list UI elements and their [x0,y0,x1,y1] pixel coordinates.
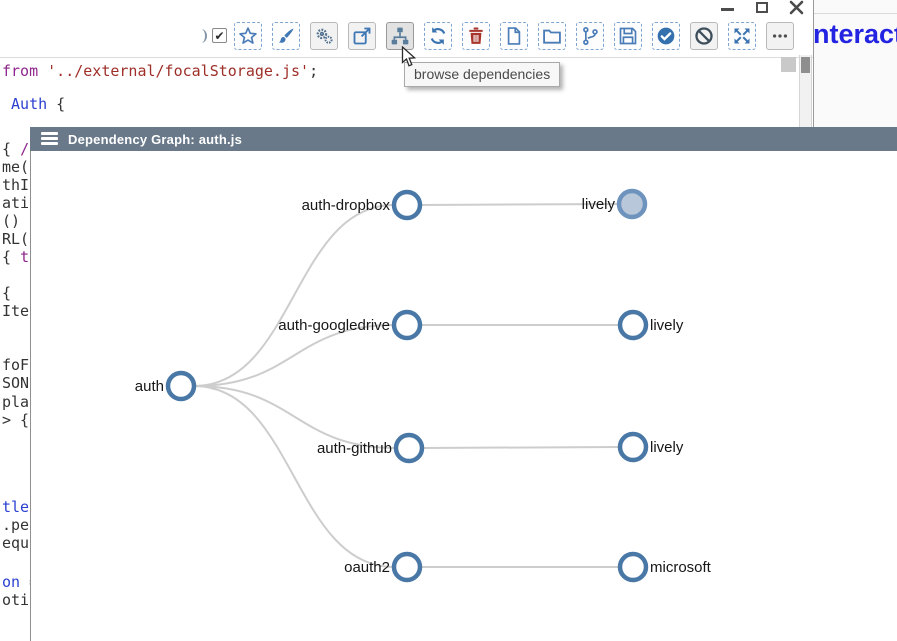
graph-node-label-auth-dropbox: auth-dropbox [302,197,391,214]
graph-node-label-microsoft: microsoft [650,559,712,576]
star-icon [238,26,258,46]
refresh-icon [428,26,448,46]
checkmark-icon: ✔ [214,30,224,42]
background-heading-fragment: nteracti [813,19,897,50]
ban-button[interactable] [690,22,718,50]
folder-icon [542,26,562,46]
graph-node-label-lively-dropbox: lively [582,196,616,213]
background-pane-border [814,13,897,14]
graph-node-lively-dropbox[interactable] [619,191,645,217]
check-circle-icon [656,26,676,46]
graph-edge-auth-auth-github [194,386,396,448]
ellipsis-button[interactable] [766,22,794,50]
graph-node-microsoft[interactable] [620,554,646,580]
screen: from '../external/focalStorage.js'; Auth… [0,0,897,641]
expand-button[interactable] [728,22,756,50]
trash-icon [466,26,486,46]
clipped-button-edge [195,29,207,43]
gears-button[interactable] [310,22,338,50]
external-link-icon [352,26,372,46]
ban-icon [694,26,714,46]
graph-node-label-auth-googledrive: auth-googledrive [278,317,390,334]
gears-icon [314,26,334,46]
graph-edge-auth-auth-dropbox [194,205,394,386]
minimize-icon[interactable] [721,8,734,11]
graph-node-auth-dropbox[interactable] [394,192,420,218]
graph-node-auth-googledrive[interactable] [394,312,420,338]
dependencies-icon [390,26,410,46]
code-line: from '../external/focalStorage.js'; [2,62,318,80]
save-icon [618,26,638,46]
graph-node-auth[interactable] [168,373,194,399]
brush-button[interactable] [272,22,300,50]
expand-icon [732,26,752,46]
maximize-icon[interactable] [756,2,768,13]
check-circle-button[interactable] [652,22,680,50]
folder-button[interactable] [538,22,566,50]
branch-button[interactable] [576,22,604,50]
scrollbar-corner [781,57,796,72]
code-line: { [2,284,11,302]
code-line: > { [2,411,29,429]
graph-node-label-lively-googledrive: lively [650,317,684,334]
graph-node-label-lively-github: lively [650,439,684,456]
dependency-graph-svg: auth auth-dropbox lively auth-googledrive li… [31,151,897,641]
graph-node-label-auth-github: auth-github [317,440,392,457]
new-file-icon [504,26,524,46]
brush-icon [276,26,296,46]
trash-button[interactable] [462,22,490,50]
graph-node-lively-googledrive[interactable] [620,312,646,338]
vertical-scrollbar[interactable] [799,55,812,127]
refresh-button[interactable] [424,22,452,50]
external-link-button[interactable] [348,22,376,50]
ellipsis-icon [770,26,790,46]
graph-edge-auth-auth-googledrive [194,325,394,386]
save-button[interactable] [614,22,642,50]
tooltip-text: browse dependencies [414,66,550,82]
close-icon[interactable] [789,0,804,15]
menu-icon[interactable] [41,132,58,146]
branch-icon [580,26,600,46]
graph-node-lively-github[interactable] [620,434,646,460]
dependency-graph-canvas[interactable]: auth auth-dropbox lively auth-googledrive li… [30,151,897,641]
mouse-cursor [401,46,416,68]
graph-node-label-auth: auth [135,378,164,395]
code-line: Auth { [2,95,65,113]
scrollbar-thumb[interactable] [801,57,810,73]
tooltip: browse dependencies [404,62,560,87]
panel-title: Dependency Graph: auth.js [68,132,242,147]
graph-node-oauth2[interactable] [394,554,420,580]
star-button[interactable] [234,22,262,50]
graph-node-label-oauth2: oauth2 [344,559,390,576]
graph-edge-auth-github-lively-github [422,447,620,448]
toolbar-checkbox[interactable]: ✔ [212,28,227,43]
graph-edge-auth-oauth2 [194,386,394,567]
dependency-graph-panel-header[interactable]: Dependency Graph: auth.js [30,127,897,151]
dependency-graph-panel: Dependency Graph: auth.js auth auth-dropb… [30,127,897,641]
new-file-button[interactable] [500,22,528,50]
graph-node-auth-github[interactable] [396,435,422,461]
